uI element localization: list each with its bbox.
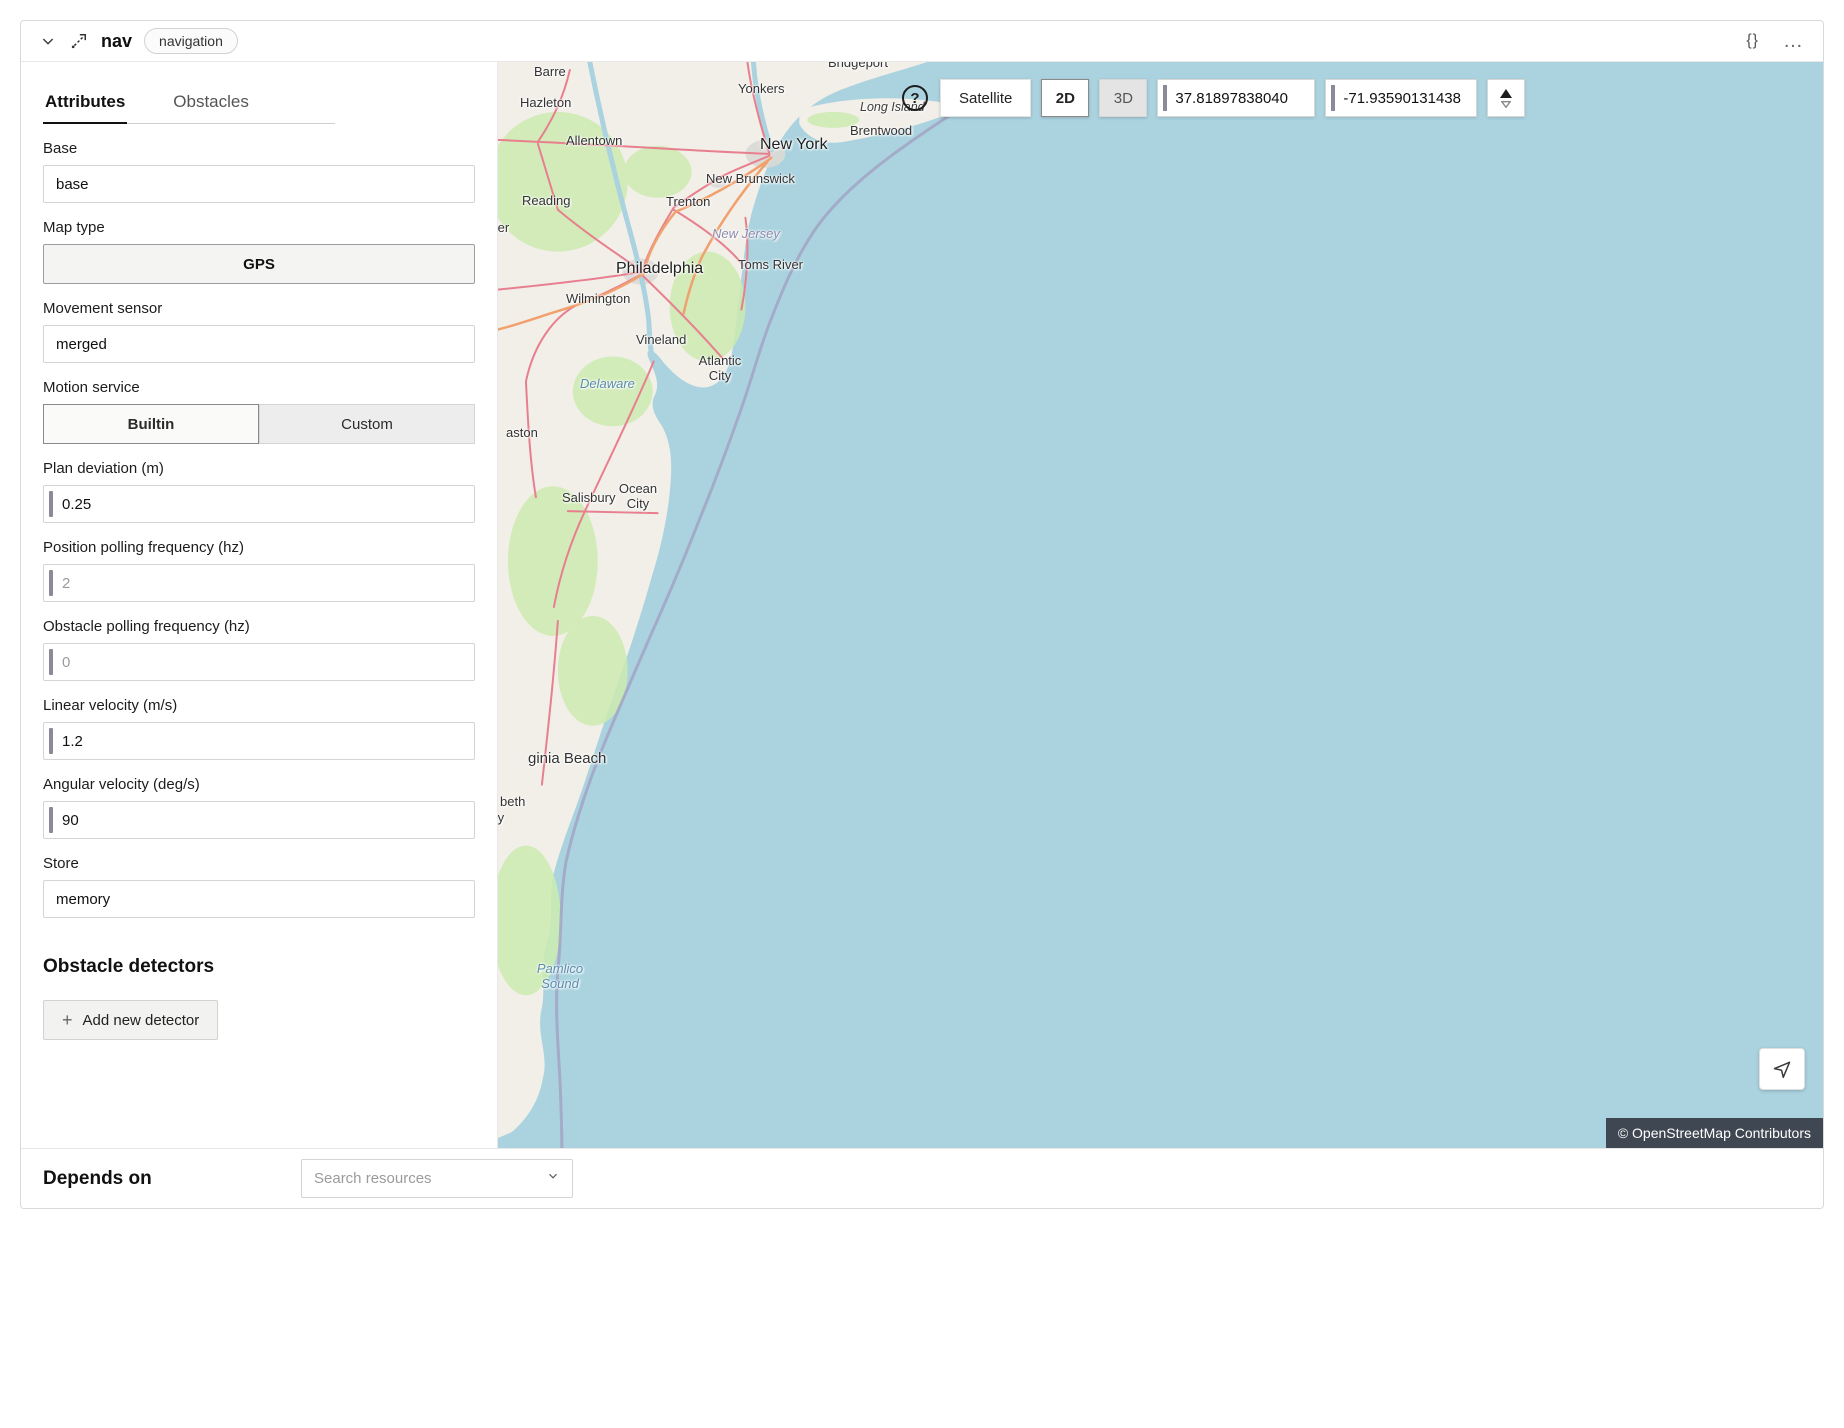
plan-deviation-label: Plan deviation (m)	[43, 460, 475, 477]
map-graphic	[498, 62, 1823, 1148]
map-attribution: © OpenStreetMap Contributors	[1606, 1118, 1823, 1148]
longitude-input[interactable]	[1335, 90, 1476, 107]
map-canvas[interactable]: Barre Hazleton Yonkers Bridgeport Long I…	[497, 62, 1823, 1148]
coordinate-stepper[interactable]	[1487, 79, 1525, 117]
plan-deviation-input[interactable]	[53, 496, 474, 513]
depends-on-select[interactable]: Search resources	[301, 1159, 573, 1198]
map-type-gps-button[interactable]: GPS	[43, 244, 475, 284]
arrow-up-icon	[1499, 89, 1513, 99]
plus-icon: +	[62, 1011, 73, 1029]
motion-service-label: Motion service	[43, 379, 475, 396]
select-placeholder: Search resources	[314, 1170, 432, 1187]
obstacle-polling-label: Obstacle polling frequency (hz)	[43, 618, 475, 635]
angular-velocity-input[interactable]	[53, 812, 474, 829]
motion-builtin-option[interactable]: Builtin	[43, 404, 259, 444]
service-type-badge: navigation	[144, 28, 238, 54]
recenter-button[interactable]	[1759, 1048, 1805, 1090]
movement-sensor-input[interactable]	[44, 336, 474, 353]
linear-velocity-input[interactable]	[53, 733, 474, 750]
store-label: Store	[43, 855, 475, 872]
depends-on-label: Depends on	[43, 1168, 152, 1190]
latitude-input-wrap	[1157, 79, 1315, 117]
map-mode-3d-button[interactable]: 3D	[1099, 79, 1147, 117]
help-icon[interactable]: ?	[902, 85, 928, 111]
add-detector-button[interactable]: + Add new detector	[43, 1000, 218, 1040]
nav-service-card: nav navigation {} … Attributes Obstacles…	[20, 20, 1824, 1209]
satellite-toggle-button[interactable]: Satellite	[940, 79, 1031, 117]
collapse-chevron-icon[interactable]	[39, 32, 57, 50]
motion-service-toggle: Builtin Custom	[43, 404, 475, 444]
raw-json-icon[interactable]: {}	[1746, 32, 1759, 50]
card-header: nav navigation {} …	[21, 21, 1823, 62]
tab-attributes[interactable]: Attributes	[43, 86, 127, 124]
depends-on-section: Depends on Search resources	[21, 1148, 1823, 1208]
add-detector-label: Add new detector	[83, 1012, 200, 1029]
tab-obstacles[interactable]: Obstacles	[171, 86, 251, 123]
tab-bar: Attributes Obstacles	[43, 86, 335, 124]
config-panel: Attributes Obstacles Base Map type GPS M…	[21, 62, 497, 1148]
navigation-arrow-icon	[1772, 1059, 1792, 1079]
obstacle-polling-input-wrap	[43, 643, 475, 681]
position-polling-input[interactable]	[53, 575, 474, 592]
store-input[interactable]	[44, 891, 474, 908]
header-actions: {} …	[1746, 30, 1805, 53]
linear-velocity-input-wrap	[43, 722, 475, 760]
obstacle-polling-input[interactable]	[53, 654, 474, 671]
position-polling-input-wrap	[43, 564, 475, 602]
plan-deviation-input-wrap	[43, 485, 475, 523]
map-controls: ? Satellite 2D 3D	[902, 78, 1525, 118]
position-polling-label: Position polling frequency (hz)	[43, 539, 475, 556]
latitude-input[interactable]	[1167, 90, 1314, 107]
movement-sensor-label: Movement sensor	[43, 300, 475, 317]
card-body: Attributes Obstacles Base Map type GPS M…	[21, 62, 1823, 1148]
angular-velocity-input-wrap	[43, 801, 475, 839]
angular-velocity-label: Angular velocity (deg/s)	[43, 776, 475, 793]
overflow-menu-icon[interactable]: …	[1783, 30, 1805, 53]
store-input-wrap	[43, 880, 475, 918]
map-mode-2d-button[interactable]: 2D	[1041, 79, 1089, 117]
base-label: Base	[43, 140, 475, 157]
movement-sensor-input-wrap	[43, 325, 475, 363]
service-title: nav	[101, 31, 132, 52]
page: nav navigation {} … Attributes Obstacles…	[0, 0, 1844, 1428]
arrow-down-icon	[1501, 101, 1511, 108]
obstacle-detectors-heading: Obstacle detectors	[43, 956, 475, 978]
longitude-input-wrap	[1325, 79, 1477, 117]
linear-velocity-label: Linear velocity (m/s)	[43, 697, 475, 714]
map-type-label: Map type	[43, 219, 475, 236]
base-input-wrap	[43, 165, 475, 203]
base-input[interactable]	[44, 176, 474, 193]
chevron-down-icon	[546, 1169, 560, 1188]
navigation-service-icon	[69, 31, 89, 51]
motion-custom-option[interactable]: Custom	[259, 404, 475, 444]
